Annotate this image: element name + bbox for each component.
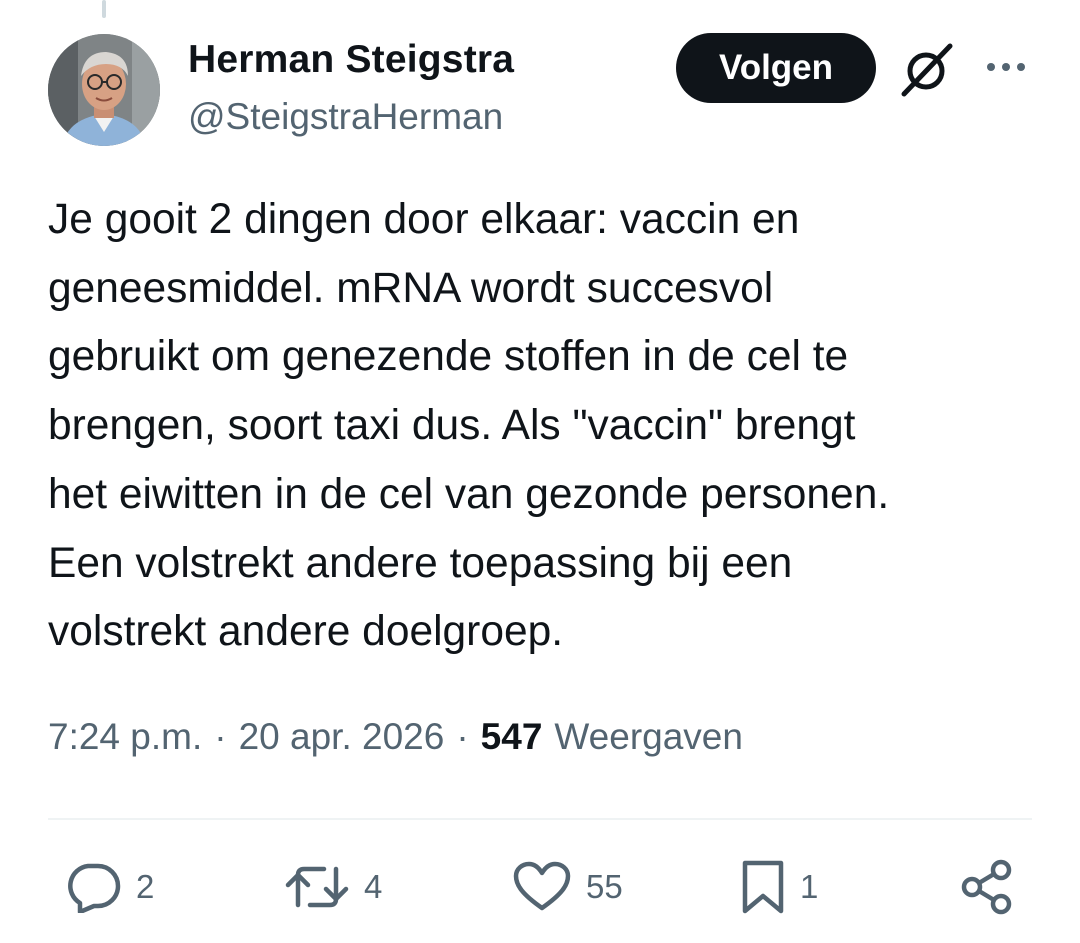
share-button[interactable] — [960, 856, 1016, 918]
reply-bubble-icon — [68, 863, 121, 913]
meta-separator: · — [214, 716, 227, 757]
avatar[interactable] — [48, 34, 160, 146]
divider — [48, 818, 1032, 820]
repost-arrows-icon — [285, 866, 349, 908]
bookmark-icon — [742, 860, 784, 914]
views-count[interactable]: 547 — [481, 716, 543, 758]
tweet-date[interactable]: 20 apr. 2026 — [239, 716, 445, 758]
reply-count: 2 — [136, 868, 155, 905]
thread-connector-line — [102, 0, 106, 18]
tweet-detail: Herman Steigstra @SteigstraHerman Volgen… — [0, 0, 1080, 943]
reply-button[interactable]: 2 — [64, 856, 154, 918]
views-label: Weergaven — [554, 716, 743, 757]
like-button[interactable]: 55 — [512, 856, 623, 918]
more-dots-icon[interactable] — [984, 52, 1028, 82]
tweet-time[interactable]: 7:24 p.m. — [48, 716, 202, 758]
bookmark-button[interactable]: 1 — [740, 856, 818, 918]
tweet-text: Je gooit 2 dingen door elkaar: vaccin en… — [48, 196, 890, 656]
author-handle[interactable]: @SteigstraHerman — [188, 96, 503, 138]
repost-count: 4 — [364, 868, 383, 905]
like-count: 55 — [586, 868, 623, 905]
share-icon — [961, 859, 1012, 915]
tweet-meta: 7:24 p.m. · 20 apr. 2026 · 547 Weergaven — [48, 716, 743, 758]
repost-button[interactable]: 4 — [284, 856, 382, 918]
grok-icon[interactable] — [896, 42, 956, 98]
meta-separator: · — [456, 716, 469, 757]
author-name[interactable]: Herman Steigstra — [188, 38, 514, 82]
heart-icon — [513, 861, 571, 911]
follow-button[interactable]: Volgen — [676, 33, 876, 103]
bookmark-count: 1 — [800, 868, 819, 905]
